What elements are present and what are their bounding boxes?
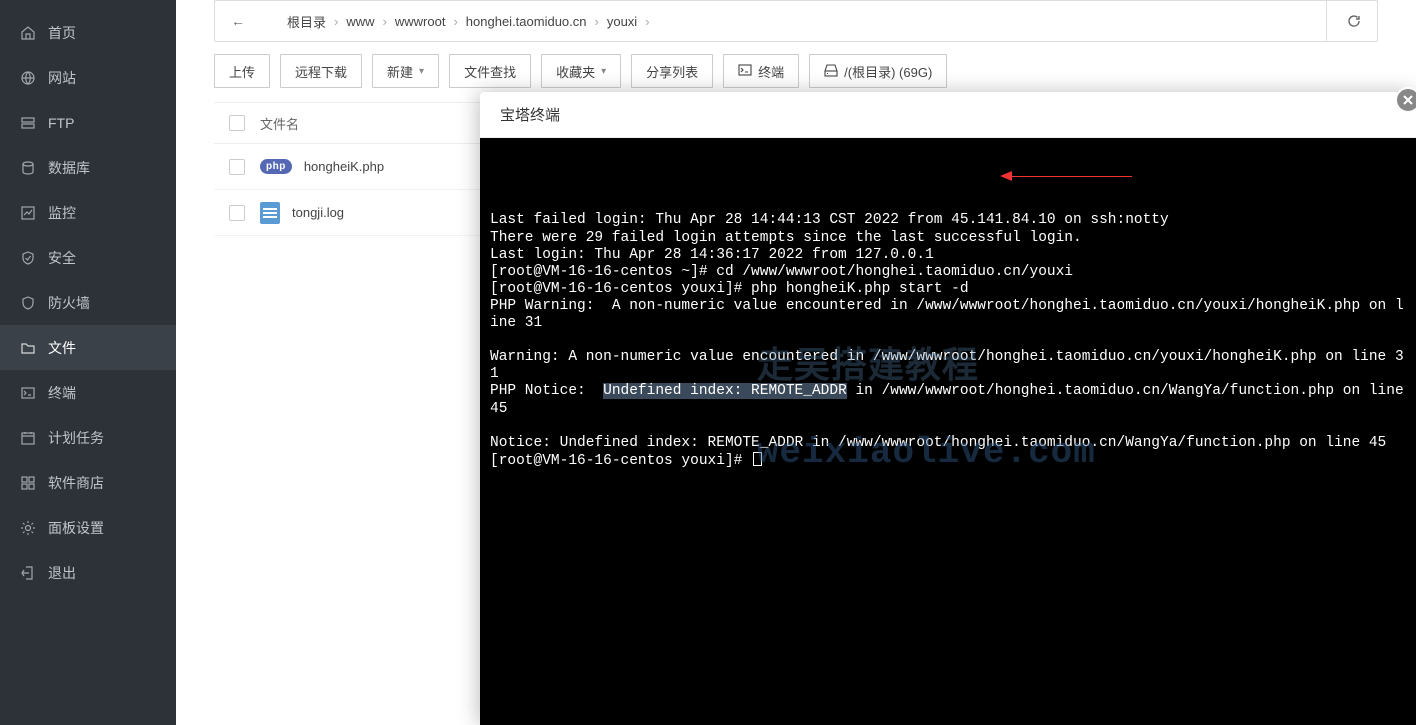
terminal-modal: 宝塔终端 走吴搭建教程 weixiaolive.com Last failed … [480,92,1416,725]
close-button[interactable] [1395,87,1416,113]
modal-title: 宝塔终端 [480,92,1416,138]
modal-mask: 宝塔终端 走吴搭建教程 weixiaolive.com Last failed … [0,0,1416,725]
watermark: 走吴搭建教程 weixiaolive.com [576,305,1096,517]
terminal-output[interactable]: 走吴搭建教程 weixiaolive.com Last failed login… [480,138,1416,725]
annotation-arrow [1000,171,1132,181]
